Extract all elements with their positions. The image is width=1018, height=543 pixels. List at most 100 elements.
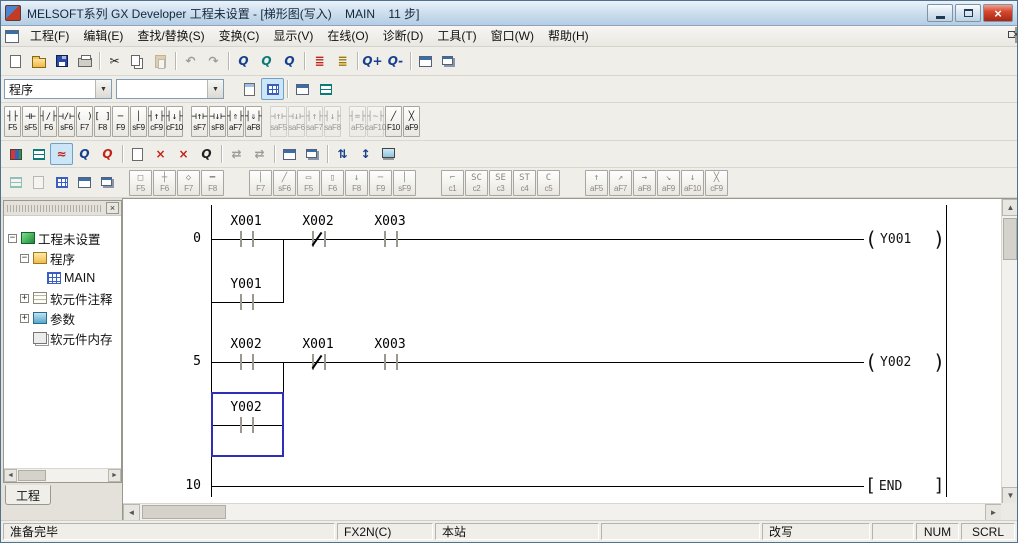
ladder-contact-x003[interactable]: X003 xyxy=(366,214,414,248)
invert-falling-pulse-button[interactable]: ┤⇓├ aF8 xyxy=(245,106,262,137)
device-test-icon[interactable]: ↕ xyxy=(354,143,377,165)
open-project-icon[interactable] xyxy=(27,50,50,72)
ladder-contact-x001-nc[interactable]: X001 xyxy=(294,337,342,371)
undo-icon[interactable]: ↶ xyxy=(179,50,202,72)
scroll-thumb[interactable] xyxy=(142,505,226,519)
sfc-symbol-button[interactable]: ↓ F8 xyxy=(345,170,368,196)
sfc-symbol-button[interactable]: ▯ F6 xyxy=(321,170,344,196)
scroll-up-icon[interactable]: ▲ xyxy=(1002,199,1018,216)
statement-display-icon[interactable] xyxy=(314,78,337,100)
tree-expander[interactable]: + xyxy=(20,314,29,323)
copy-icon[interactable] xyxy=(126,50,149,72)
sfc-block-list-icon[interactable] xyxy=(4,172,27,194)
ladder-symbol-icon[interactable]: ≈ xyxy=(50,143,73,165)
tree-item[interactable]: + 参数 xyxy=(4,308,121,328)
zoom-in-icon[interactable]: Q+ xyxy=(361,50,384,72)
line-write-button[interactable]: ╱ F10 xyxy=(385,106,402,137)
comment-edit-icon[interactable] xyxy=(27,143,50,165)
ladder-contact-x003[interactable]: X003 xyxy=(366,337,414,371)
ladder-coil-y002[interactable]: ( Y002 xyxy=(864,351,911,373)
sfc-symbol-button[interactable]: ◇ F7 xyxy=(177,170,200,196)
close-button[interactable]: × xyxy=(983,4,1013,22)
ladder-coil-y001[interactable]: ( Y001 xyxy=(864,228,911,250)
sfc-symbol-button[interactable]: ╱ sF6 xyxy=(273,170,296,196)
sfc-symbol-button[interactable]: ─ F9 xyxy=(369,170,392,196)
vertical-line-button[interactable]: │ sF9 xyxy=(130,106,147,137)
tree-item[interactable]: MAIN xyxy=(4,268,121,288)
project-list-toggle-icon[interactable] xyxy=(261,78,284,100)
sfc-symbol-button[interactable]: ━ F8 xyxy=(201,170,224,196)
write-mode-icon[interactable]: × xyxy=(149,143,172,165)
sfc-symbol-button[interactable]: ↓ aF10 xyxy=(681,170,704,196)
panel-grip[interactable] xyxy=(7,205,103,212)
print-icon[interactable] xyxy=(73,50,96,72)
comment-display-icon[interactable] xyxy=(291,78,314,100)
ladder-contact-x002-nc[interactable]: X002 xyxy=(294,214,342,248)
device-combo[interactable]: ▼ xyxy=(116,79,224,99)
combo-dropdown-icon[interactable]: ▼ xyxy=(207,80,223,98)
read-mode-icon[interactable] xyxy=(126,143,149,165)
invert-rising-pulse-button[interactable]: ┤⇑├ aF7 xyxy=(227,106,244,137)
child-window-icon[interactable] xyxy=(5,30,19,43)
falling-pulse-button[interactable]: ┤↓├ cF10 xyxy=(166,106,183,137)
program-type-combo[interactable]: 程序 ▼ xyxy=(4,79,112,99)
maximize-button[interactable] xyxy=(955,4,981,22)
parallel-falling-pulse-button[interactable]: ⊣↓⊢ sF8 xyxy=(209,106,226,137)
application-instruction-button[interactable]: [ ] F8 xyxy=(94,106,111,137)
closed-contact-button[interactable]: ┤/├ F6 xyxy=(40,106,57,137)
ladder-contact-x002[interactable]: X002 xyxy=(222,337,270,371)
sa-rising-pulse2-button[interactable]: ┤↑├ saF7 xyxy=(306,106,323,137)
menu-item[interactable]: 查找/替换(S) xyxy=(130,26,211,46)
sfc-monitor-icon[interactable] xyxy=(96,172,119,194)
parallel-rising-pulse-button[interactable]: ⊣↑⊢ sF7 xyxy=(191,106,208,137)
menu-item[interactable]: 变换(C) xyxy=(212,26,267,46)
scroll-left-icon[interactable]: ◄ xyxy=(4,469,17,482)
menu-item[interactable]: 在线(O) xyxy=(320,26,375,46)
pulse-operation-button[interactable]: ┤~├ caF10 xyxy=(367,106,384,137)
tree-expander[interactable]: + xyxy=(20,294,29,303)
sfc-symbol-button[interactable]: SE c3 xyxy=(489,170,512,196)
save-project-icon[interactable] xyxy=(50,50,73,72)
child-close-button[interactable]: × xyxy=(1015,27,1017,43)
line-delete-button[interactable]: ╳ aF9 xyxy=(403,106,420,137)
cut-icon[interactable]: ✂ xyxy=(103,50,126,72)
scroll-thumb[interactable] xyxy=(1003,218,1017,260)
scroll-thumb[interactable] xyxy=(18,470,46,481)
project-data-list-icon[interactable] xyxy=(414,50,437,72)
sfc-symbol-button[interactable]: C c5 xyxy=(537,170,560,196)
sfc-symbol-button[interactable]: SC c2 xyxy=(465,170,488,196)
scroll-track[interactable] xyxy=(17,469,108,482)
open-contact-button[interactable]: ┤├ F5 xyxy=(4,106,21,137)
end-instruction[interactable]: [ END xyxy=(864,475,902,497)
new-window-icon[interactable] xyxy=(437,50,460,72)
find-device-icon[interactable]: Q xyxy=(255,50,278,72)
monitor-start-icon[interactable]: Q xyxy=(73,143,96,165)
redo-icon[interactable]: ↷ xyxy=(202,50,225,72)
ladder-contact-y001-branch[interactable]: Y001 xyxy=(222,277,270,311)
combo-dropdown-icon[interactable]: ▼ xyxy=(95,80,111,98)
sfc-symbol-button[interactable]: ┼ F6 xyxy=(153,170,176,196)
menu-item[interactable]: 诊断(D) xyxy=(376,26,431,46)
sfc-zoom-icon[interactable] xyxy=(50,172,73,194)
ladder-canvas[interactable]: 0 X001 X002 X003 ( Y001 ) xyxy=(123,199,1002,504)
sfc-symbol-button[interactable]: ↑ aF5 xyxy=(585,170,608,196)
sfc-symbol-button[interactable]: ▭ F5 xyxy=(297,170,320,196)
sfc-symbol-button[interactable]: ⌐ c1 xyxy=(441,170,464,196)
invert-operation-button[interactable]: ┤=├ aF5 xyxy=(349,106,366,137)
monitor-stop-icon[interactable]: Q xyxy=(96,143,119,165)
tree-item[interactable]: − 工程未设置 xyxy=(4,228,121,248)
scroll-down-icon[interactable]: ▼ xyxy=(1002,487,1018,504)
parallel-closed-contact-button[interactable]: ⊣/⊢ sF6 xyxy=(58,106,75,137)
project-tab[interactable]: 工程 xyxy=(5,485,51,505)
sa-falling-pulse-button[interactable]: ⊣↓⊢ saF6 xyxy=(288,106,305,137)
tree-item[interactable]: + 软元件注释 xyxy=(4,288,121,308)
program-display-icon[interactable] xyxy=(4,143,27,165)
menu-item[interactable]: 窗口(W) xyxy=(484,26,541,46)
sfc-symbol-button[interactable]: ST c4 xyxy=(513,170,536,196)
monitor-write-mode-icon[interactable]: × xyxy=(172,143,195,165)
tree-expander[interactable]: − xyxy=(20,254,29,263)
tile-windows-icon[interactable] xyxy=(278,143,301,165)
transfer-read-icon[interactable]: ⇄ xyxy=(225,143,248,165)
paste-icon[interactable] xyxy=(149,50,172,72)
scroll-left-icon[interactable]: ◄ xyxy=(123,504,140,521)
